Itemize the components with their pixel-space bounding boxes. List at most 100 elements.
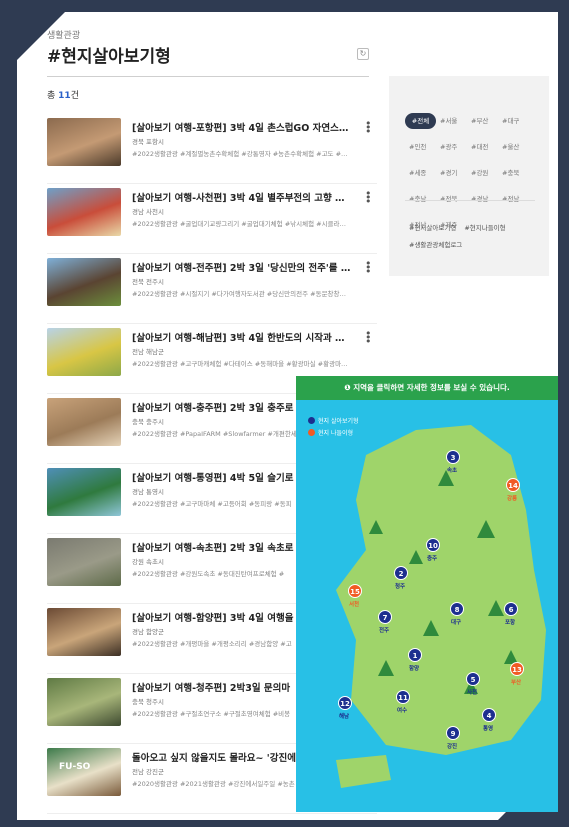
- map-pin[interactable]: 9: [446, 726, 460, 740]
- item-location: 경남 통영시: [132, 488, 164, 496]
- map-pin-label[interactable]: 강릉: [507, 494, 517, 502]
- map-pin-label[interactable]: 통영: [483, 724, 493, 732]
- count-number: 11: [58, 91, 71, 101]
- more-options-icon[interactable]: • • •: [365, 328, 372, 347]
- list-item[interactable]: [살아보기 여행-전주편] 2박 3일 '당신만의 전주'를 … 전북 전주시 #2…: [47, 254, 377, 324]
- more-options-icon[interactable]: • • •: [365, 258, 372, 277]
- map-pin[interactable]: 3: [446, 450, 460, 464]
- item-location: 전남 해남군: [132, 348, 164, 356]
- map-header: ❶ 지역을 클릭하면 자세한 정보를 보실 수 있습니다.: [296, 376, 558, 400]
- list-item[interactable]: [살아보기 여행-포항편] 3박 4일 촌스럽GO 자연스… 경북 포항시 #202…: [47, 114, 377, 184]
- map-pin[interactable]: 8: [450, 602, 464, 616]
- divider: [405, 200, 535, 201]
- map-pin[interactable]: 6: [504, 602, 518, 616]
- map-pin-label[interactable]: 속초: [447, 466, 457, 474]
- type-link[interactable]: #현지살아보기형: [409, 220, 456, 237]
- region-chip[interactable]: #서울: [436, 113, 467, 129]
- region-chip[interactable]: #광주: [436, 139, 467, 155]
- map-pin[interactable]: 4: [482, 708, 496, 722]
- map-pin[interactable]: 11: [396, 690, 410, 704]
- region-chip[interactable]: #경남: [467, 191, 498, 207]
- type-link[interactable]: #현지나들이형: [464, 220, 505, 237]
- refresh-icon[interactable]: ↻: [357, 48, 369, 60]
- item-location: 강원 속초시: [132, 558, 164, 566]
- map-pin[interactable]: 10: [426, 538, 440, 552]
- item-thumbnail[interactable]: [47, 678, 121, 726]
- count-suffix: 건: [70, 91, 79, 101]
- map-pin-label[interactable]: 충주: [427, 554, 437, 562]
- divider: [47, 76, 369, 77]
- map-pin-label[interactable]: 강진: [447, 742, 457, 750]
- item-tags: #2022생활관광 #계절별농촌수확체험 #강통영자 #농촌수확체험 #고도 #…: [132, 150, 348, 158]
- map-pin[interactable]: 7: [378, 610, 392, 624]
- map-pin-label[interactable]: 함양: [409, 664, 419, 672]
- map-pin-label[interactable]: 사천: [467, 688, 477, 696]
- corner-decoration: [17, 12, 65, 60]
- region-chip[interactable]: #울산: [498, 139, 529, 155]
- item-location: 충북 충주시: [132, 418, 164, 426]
- region-chip[interactable]: #인천: [405, 139, 436, 155]
- map-pin[interactable]: 14: [506, 478, 520, 492]
- legend-item-live: 현지 살아보기형: [308, 416, 359, 428]
- thumb-sign-text: FU-SO: [59, 762, 91, 772]
- item-thumbnail[interactable]: FU-SO: [47, 748, 121, 796]
- region-chip[interactable]: #전남: [498, 191, 529, 207]
- item-title[interactable]: [살아보기 여행-해남편] 3박 4일 한반도의 시작과 …: [132, 330, 362, 344]
- item-tags: #2022생활관광 #시절지기 #다가여행자도서관 #당신만의전주 #동문창창…: [132, 290, 347, 298]
- map-pin-label[interactable]: 서천: [349, 600, 359, 608]
- count-prefix: 총: [47, 91, 59, 101]
- item-thumbnail[interactable]: [47, 188, 121, 236]
- item-thumbnail[interactable]: [47, 608, 121, 656]
- item-thumbnail[interactable]: [47, 398, 121, 446]
- map-pin-label[interactable]: 해남: [339, 712, 349, 720]
- region-chip[interactable]: #충북: [498, 165, 529, 181]
- item-location: 전북 전주시: [132, 278, 164, 286]
- more-options-icon[interactable]: • • •: [365, 188, 372, 207]
- region-chip[interactable]: #충남: [405, 191, 436, 207]
- region-map[interactable]: ❶ 지역을 클릭하면 자세한 정보를 보실 수 있습니다. 현지 살아보기형 현…: [296, 376, 558, 812]
- map-pin[interactable]: 15: [348, 584, 362, 598]
- map-pin-label[interactable]: 청주: [395, 582, 405, 590]
- item-location: 경남 함양군: [132, 628, 164, 636]
- legend-item-visit: 현지 나들이형: [308, 428, 359, 440]
- item-thumbnail[interactable]: [47, 258, 121, 306]
- region-chip[interactable]: #강원: [467, 165, 498, 181]
- list-item[interactable]: [살아보기 여행-사천편] 3박 4일 별주부전의 고향 … 경남 사천시 #202…: [47, 184, 377, 254]
- item-thumbnail[interactable]: [47, 328, 121, 376]
- region-chips: #전체 #서울 #부산 #대구#인천 #광주 #대전 #울산#세종 #경기 #강원 #충북#충남 #…: [405, 108, 537, 238]
- item-thumbnail[interactable]: [47, 118, 121, 166]
- region-chip[interactable]: #경기: [436, 165, 467, 181]
- map-pin[interactable]: 2: [394, 566, 408, 580]
- region-chip[interactable]: #세종: [405, 165, 436, 181]
- region-chip[interactable]: #전체: [405, 113, 436, 129]
- region-chip[interactable]: #부산: [467, 113, 498, 129]
- item-title[interactable]: [살아보기 여행-전주편] 2박 3일 '당신만의 전주'를 …: [132, 260, 362, 274]
- item-title[interactable]: [살아보기 여행-사천편] 3박 4일 별주부전의 고향 …: [132, 190, 362, 204]
- item-location: 충북 청주시: [132, 698, 164, 706]
- item-thumbnail[interactable]: [47, 468, 121, 516]
- map-pin-label[interactable]: 대구: [451, 618, 461, 626]
- map-pin[interactable]: 1: [408, 648, 422, 662]
- map-pin[interactable]: 13: [510, 662, 524, 676]
- region-chip[interactable]: #대전: [467, 139, 498, 155]
- map-pin[interactable]: 12: [338, 696, 352, 710]
- item-location: 경북 포항시: [132, 138, 164, 146]
- map-land: [336, 425, 546, 788]
- item-location: 전남 강진군: [132, 768, 164, 776]
- region-chip[interactable]: #대구: [498, 113, 529, 129]
- item-tags: #2022생활관광 #굴업대기교량그리기 #굴업대기체험 #낚시체험 #시클라…: [132, 220, 347, 228]
- more-options-icon[interactable]: • • •: [365, 118, 372, 137]
- item-tags: #2022생활관광 #고구마캐체험 #다테이스 #동해마을 #황광마실 #황광마…: [132, 360, 348, 368]
- map-pin-label[interactable]: 포항: [505, 618, 515, 626]
- map-pin-label[interactable]: 전주: [379, 626, 389, 634]
- item-thumbnail[interactable]: [47, 538, 121, 586]
- map-pin-label[interactable]: 여수: [397, 706, 407, 714]
- item-location: 경남 사천시: [132, 208, 164, 216]
- map-pin-label[interactable]: 부산: [511, 678, 521, 686]
- map-pin[interactable]: 5: [466, 672, 480, 686]
- item-title[interactable]: [살아보기 여행-포항편] 3박 4일 촌스럽GO 자연스…: [132, 120, 362, 134]
- type-links: #현지살아보기형 #현지나들이형#생활관광체험로그: [409, 220, 539, 254]
- type-link[interactable]: #생활관광체험로그: [409, 237, 462, 254]
- map-legend: 현지 살아보기형 현지 나들이형: [308, 416, 359, 440]
- region-chip[interactable]: #전북: [436, 191, 467, 207]
